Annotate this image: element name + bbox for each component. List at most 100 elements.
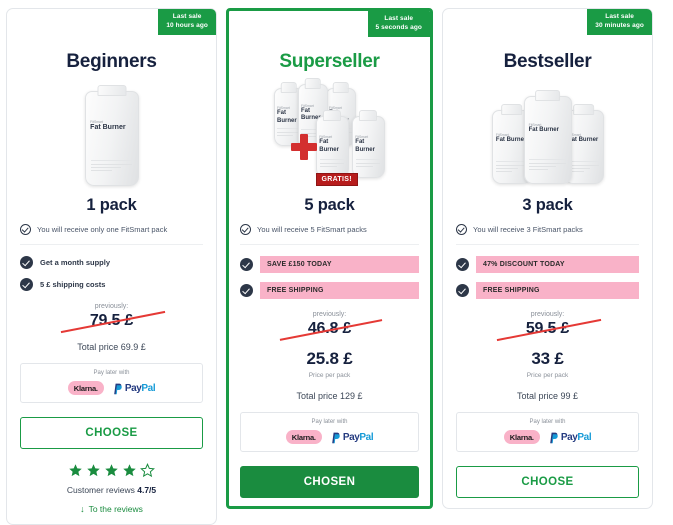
last-sale-label: Last sale	[605, 13, 634, 20]
choose-button[interactable]: CHOOSE	[456, 466, 639, 498]
last-sale-badge: Last sale 30 minutes ago	[587, 9, 652, 35]
last-sale-time: 5 seconds ago	[375, 23, 422, 31]
pricing-card-beginners[interactable]: Last sale 10 hours ago Beginners FitSmar…	[6, 8, 217, 525]
feature-list: SAVE £150 TODAY FREE SHIPPING	[240, 256, 419, 299]
star-empty-icon	[140, 463, 155, 478]
star-filled-icon	[122, 463, 137, 478]
last-sale-label: Last sale	[172, 13, 202, 20]
last-sale-badge: Last sale 5 seconds ago	[367, 11, 430, 37]
feature-list: Get a month supply 5 £ shipping costs	[20, 256, 203, 291]
receive-info-text: You will receive 5 FitSmart packs	[257, 225, 367, 234]
pay-later-label: Pay later with	[529, 419, 566, 425]
gratis-badge: GRATIS!	[315, 173, 358, 186]
bottle-icon: FitSmart Fat Burner	[84, 91, 139, 186]
bottle-icon: FitSmartFat Burner	[351, 116, 385, 178]
paypal-wordmark: PayPal	[124, 382, 156, 394]
pricing-card-superseller[interactable]: Last sale 5 seconds ago Superseller FitS…	[226, 8, 433, 509]
check-filled-icon	[20, 278, 33, 291]
feature-label: Get a month supply	[40, 258, 111, 267]
product-image-three-bottles: FitSmart Fat Burner FitSmart Fat Burner Fi…	[456, 82, 639, 186]
current-price: 33 £	[531, 349, 564, 368]
check-circle-icon	[240, 224, 251, 235]
bottle-cluster: FitSmart Fat Burner FitSmart Fat Burner Fi…	[486, 86, 610, 186]
paypal-logo: PayPal	[112, 382, 156, 395]
feature-item: 5 £ shipping costs	[20, 278, 203, 291]
feature-list: 47% DISCOUNT TODAY FREE SHIPPING	[456, 256, 639, 299]
feature-label: 47% DISCOUNT TODAY	[476, 256, 639, 273]
total-price: Total price 69.9 £	[77, 342, 146, 352]
feature-item: FREE SHIPPING	[240, 282, 419, 299]
feature-label: FREE SHIPPING	[260, 282, 419, 299]
klarna-logo: Klarna.	[285, 430, 322, 444]
feature-item: Get a month supply	[20, 256, 203, 269]
pay-later-box: Pay later with Klarna. PayPal	[456, 412, 639, 452]
total-price: Total price 129 £	[296, 391, 363, 401]
plan-title: Bestseller	[503, 51, 592, 72]
last-sale-time: 30 minutes ago	[595, 21, 644, 29]
paypal-p-icon	[330, 431, 341, 444]
star-filled-icon	[104, 463, 119, 478]
check-filled-icon	[20, 256, 33, 269]
pay-later-box: Pay later with Klarna. PayPal	[240, 412, 419, 452]
paypal-logo: PayPal	[548, 431, 592, 444]
bottle-cluster: FitSmart Fat Burner FitSmart Fat Burner Fi…	[260, 82, 400, 186]
paypal-wordmark: PayPal	[342, 431, 374, 443]
chosen-button[interactable]: CHOSEN	[240, 466, 419, 498]
check-circle-icon	[456, 224, 467, 235]
price-per-pack-label: Price per pack	[308, 372, 351, 379]
choose-button[interactable]: CHOOSE	[20, 417, 203, 449]
last-sale-label: Last sale	[384, 15, 414, 22]
klarna-logo: Klarna.	[67, 381, 104, 395]
receive-info-row: You will receive only one FitSmart pack	[20, 224, 203, 245]
star-filled-icon	[86, 463, 101, 478]
feature-label: FREE SHIPPING	[476, 282, 639, 299]
last-sale-time: 10 hours ago	[166, 21, 208, 29]
paypal-logo: PayPal	[330, 431, 374, 444]
payment-logos: Klarna. PayPal	[25, 381, 198, 395]
pack-count: 5 pack	[304, 196, 355, 214]
customer-reviews-text: Customer reviews 4.7/5	[66, 485, 157, 495]
paypal-p-icon	[112, 382, 123, 395]
plus-icon	[290, 134, 317, 160]
feature-label: SAVE £150 TODAY	[260, 256, 419, 273]
plan-title: Superseller	[279, 51, 380, 72]
current-price: 25.8 £	[306, 349, 353, 368]
paypal-p-icon	[548, 431, 559, 444]
bottle-icon: FitSmartFat Burner	[315, 116, 349, 178]
star-filled-icon	[68, 463, 83, 478]
pay-later-box: Pay later with Klarna. PayPal	[20, 363, 203, 403]
to-the-reviews-link[interactable]: ↓ To the reviews	[20, 504, 203, 514]
pay-later-label: Pay later with	[93, 370, 130, 376]
payment-logos: Klarna. PayPal	[461, 430, 634, 444]
arrow-down-icon: ↓	[80, 503, 85, 514]
payment-logos: Klarna. PayPal	[245, 430, 414, 444]
last-sale-badge: Last sale 10 hours ago	[158, 9, 216, 35]
pricing-plans-row: Last sale 10 hours ago Beginners FitSmar…	[0, 0, 673, 525]
previously-label: previously:	[94, 303, 129, 310]
pay-later-label: Pay later with	[311, 419, 348, 425]
feature-label: 5 £ shipping costs	[40, 280, 106, 289]
check-filled-icon	[456, 284, 469, 297]
paypal-wordmark: PayPal	[560, 431, 592, 443]
receive-info-row: You will receive 3 FitSmart packs	[456, 224, 639, 245]
receive-info-text: You will receive only one FitSmart pack	[37, 225, 168, 234]
rating-value: 4.7/5	[137, 485, 157, 495]
product-image-five-bottles: FitSmart Fat Burner FitSmart Fat Burner Fi…	[240, 82, 419, 186]
pack-count: 1 pack	[86, 196, 137, 214]
bottle-product-label: Fat Burner	[90, 124, 126, 132]
check-filled-icon	[456, 258, 469, 271]
previously-label: previously:	[312, 311, 347, 318]
feature-item: 47% DISCOUNT TODAY	[456, 256, 639, 273]
total-price: Total price 99 £	[516, 391, 579, 401]
check-filled-icon	[240, 284, 253, 297]
star-rating	[20, 463, 203, 478]
plan-title: Beginners	[66, 51, 157, 72]
klarna-logo: Klarna.	[503, 430, 540, 444]
pricing-card-bestseller[interactable]: Last sale 30 minutes ago Bestseller FitS…	[442, 8, 653, 509]
pack-count: 3 pack	[522, 196, 573, 214]
bottle-icon: FitSmartFat Burner	[523, 96, 572, 184]
receive-info-text: You will receive 3 FitSmart packs	[473, 225, 583, 234]
to-the-reviews-label: To the reviews	[88, 504, 143, 514]
check-circle-icon	[20, 224, 31, 235]
check-filled-icon	[240, 258, 253, 271]
